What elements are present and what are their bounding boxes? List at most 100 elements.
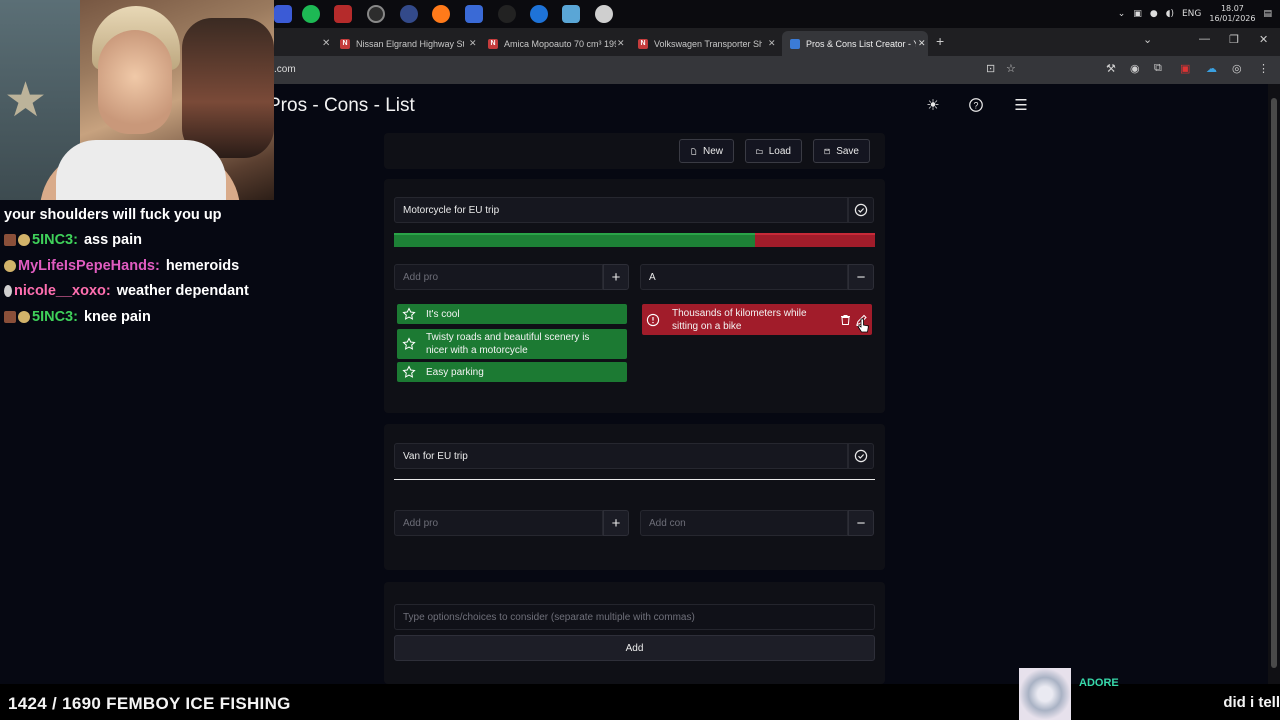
check-circle-icon	[854, 449, 868, 463]
close-icon[interactable]: ✕	[461, 31, 485, 56]
app-icon[interactable]	[274, 5, 292, 23]
extension-icon-3[interactable]: ☁	[1206, 62, 1217, 75]
url-field[interactable]: .com	[274, 64, 296, 75]
star-decoration-icon: ★	[4, 74, 48, 127]
discord-icon[interactable]	[595, 5, 613, 23]
system-tray: ⌄ ▣ ● ◖) ENG 18.07 16/01/2026 ▤	[1118, 0, 1272, 28]
chevron-up-icon[interactable]: ⌄	[1118, 9, 1126, 19]
tab-title: Pros & Cons List Creator - Your	[806, 38, 916, 49]
clock[interactable]: 18.07 16/01/2026	[1209, 4, 1255, 24]
window-close-button[interactable]: ✕	[1259, 33, 1268, 46]
extension-icon-2[interactable]: ▣	[1180, 62, 1190, 75]
add-con-input[interactable]: Add con	[640, 510, 848, 536]
con-text: Thousands of kilometers while sitting on…	[672, 307, 807, 332]
now-playing-title: ADORE	[1079, 677, 1119, 689]
browser-tab[interactable]: N Nissan Elgrand Highway Star / ...	[332, 31, 482, 56]
file-icon	[691, 147, 697, 155]
notification-icon[interactable]: ▤	[1263, 9, 1272, 19]
netflix-favicon-icon: N	[638, 38, 648, 49]
trash-icon[interactable]	[839, 313, 852, 326]
app-favicon-icon	[790, 38, 800, 49]
scrollbar-thumb[interactable]	[1271, 98, 1277, 668]
badge-icon	[4, 234, 16, 247]
add-pro-input[interactable]: Add pro	[394, 510, 603, 536]
list-title-field[interactable]: Van for EU trip	[394, 443, 848, 469]
close-icon[interactable]: ✕	[910, 31, 934, 56]
help-icon[interactable]: ?	[967, 97, 985, 115]
cons-ratio-fill	[754, 233, 875, 247]
volume-icon[interactable]: ◖)	[1166, 9, 1174, 19]
minimize-button[interactable]: —	[1199, 33, 1210, 45]
spotify-icon[interactable]	[302, 5, 320, 23]
menu-dots-icon[interactable]: ⋮	[1258, 62, 1269, 75]
add-pro-button[interactable]: +	[603, 264, 629, 290]
webcam-overlay: ★	[0, 0, 274, 200]
wrench-icon[interactable]: ⚒	[1106, 62, 1116, 75]
extension-icon[interactable]: ◉	[1130, 62, 1140, 75]
mic-icon[interactable]: ●	[1150, 9, 1158, 19]
page-scrollbar[interactable]	[1268, 84, 1280, 684]
bookmark-star-icon[interactable]: ☆	[1006, 62, 1016, 75]
close-icon[interactable]: ✕	[760, 31, 784, 56]
browser-tab[interactable]: N Volkswagen Transporter Short ...	[630, 31, 780, 56]
pro-item[interactable]: It's cool	[397, 304, 627, 324]
restore-button[interactable]: ❐	[1229, 33, 1239, 46]
voicemeeter-icon[interactable]	[334, 5, 352, 23]
obs-icon[interactable]	[367, 5, 385, 23]
add-options-button[interactable]: Add	[394, 635, 875, 661]
browser-tab[interactable]: N Amica Mopoauto 70 cm³ 1997 ...	[480, 31, 628, 56]
load-button[interactable]: Load	[745, 139, 802, 163]
scrolling-ticker: did i tell	[1223, 694, 1280, 711]
ccleaner-icon[interactable]	[400, 5, 418, 23]
close-icon[interactable]: ✕	[609, 31, 633, 56]
save-button[interactable]: Save	[813, 139, 870, 163]
hamburger-menu-icon[interactable]: ☰	[1012, 97, 1030, 115]
album-art	[1019, 668, 1071, 720]
steam-icon[interactable]	[498, 5, 516, 23]
add-con-button[interactable]: −	[848, 264, 874, 290]
badge-icon	[18, 234, 30, 247]
chat-text: weather dependant	[116, 283, 249, 300]
new-button[interactable]: New	[679, 139, 734, 163]
add-con-input[interactable]: A	[640, 264, 848, 290]
star-icon[interactable]	[402, 365, 416, 379]
puzzle-icon[interactable]: ⧉	[1154, 62, 1162, 75]
language-indicator[interactable]: ENG	[1182, 9, 1201, 19]
options-card	[384, 582, 885, 684]
theme-sun-icon[interactable]: ☀	[924, 97, 942, 115]
confirm-title-button[interactable]	[848, 443, 874, 469]
list-title-field[interactable]: Motorcycle for EU trip	[394, 197, 848, 223]
browser-icon[interactable]	[530, 5, 548, 23]
confirm-title-button[interactable]	[848, 197, 874, 223]
pro-text: It's cool	[426, 308, 460, 320]
firefox-icon[interactable]	[432, 5, 450, 23]
close-icon[interactable]: ✕	[322, 38, 330, 49]
tab-title: Volkswagen Transporter Short ...	[654, 38, 762, 49]
pro-item[interactable]: Easy parking	[397, 362, 627, 382]
badge-icon	[4, 259, 16, 272]
star-icon[interactable]	[402, 337, 416, 351]
notepad-icon[interactable]	[562, 5, 580, 23]
star-icon[interactable]	[402, 307, 416, 321]
add-con-button[interactable]: −	[848, 510, 874, 536]
add-pro-button[interactable]: +	[603, 510, 629, 536]
tab-list-chevron-icon[interactable]: ⌄	[1143, 33, 1152, 46]
add-pro-input[interactable]: Add pro	[394, 264, 603, 290]
network-icon[interactable]: ▣	[1133, 9, 1142, 19]
options-input[interactable]: Type options/choices to consider (separa…	[394, 604, 875, 630]
svg-text:?: ?	[974, 101, 979, 111]
clock-time: 18.07	[1220, 4, 1244, 13]
folder-icon	[756, 149, 763, 154]
alert-circle-icon[interactable]	[646, 313, 660, 327]
floppy-icon	[824, 148, 830, 154]
profile-icon[interactable]: ◎	[1232, 62, 1242, 75]
chat-username: 5INC3:	[32, 308, 78, 325]
install-icon[interactable]: ⊡	[986, 62, 995, 75]
browser-tab-active[interactable]: Pros & Cons List Creator - Your	[782, 31, 928, 56]
streamer-shirt	[56, 140, 226, 200]
con-item[interactable]: Thousands of kilometers while sitting on…	[642, 304, 872, 335]
pro-item[interactable]: Twisty roads and beautiful scenery is ni…	[397, 329, 627, 359]
app-icon-2[interactable]	[465, 5, 483, 23]
new-tab-button[interactable]: +	[936, 33, 944, 49]
page-title: Pros - Cons - List	[268, 95, 415, 116]
